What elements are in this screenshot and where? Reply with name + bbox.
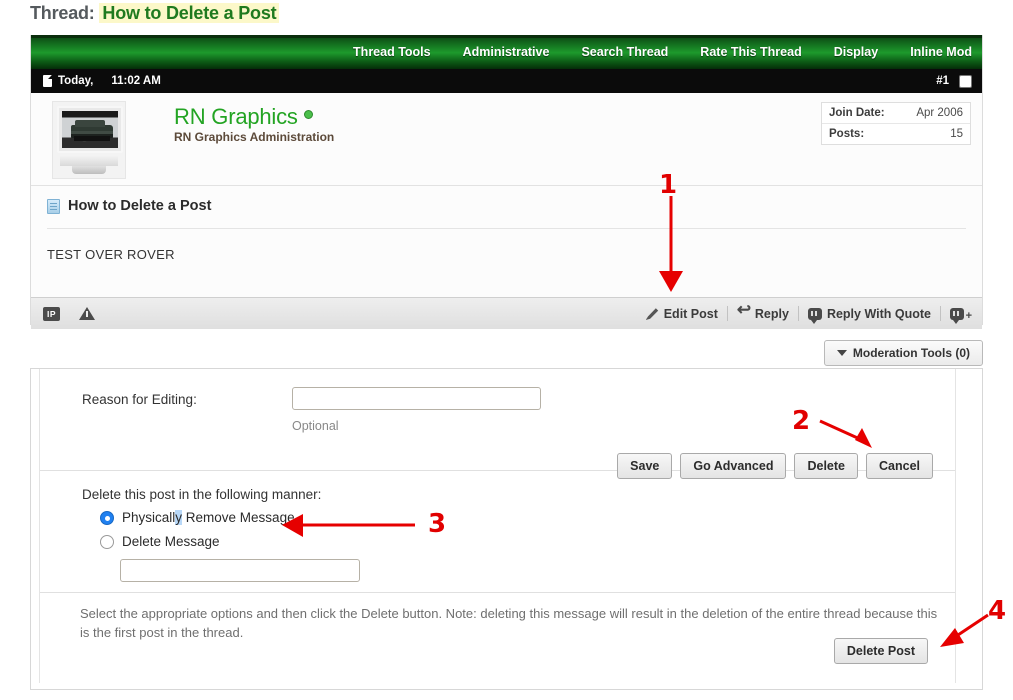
avatar-monitor-base bbox=[60, 156, 118, 166]
label-part-2: Remove Message bbox=[182, 510, 295, 525]
quote-bubble-icon bbox=[808, 308, 822, 320]
online-status-icon bbox=[304, 110, 313, 119]
thread-name: How to Delete a Post bbox=[99, 3, 279, 23]
moderation-tools-button[interactable]: Moderation Tools (0) bbox=[824, 340, 983, 366]
post-select-checkbox[interactable] bbox=[959, 75, 972, 88]
reply-arrow-icon bbox=[737, 307, 750, 320]
nav-administrative[interactable]: Administrative bbox=[463, 45, 550, 59]
plus-glyph: + bbox=[966, 311, 972, 322]
nav-inline-mod[interactable]: Inline Mod bbox=[910, 45, 972, 59]
page-title-prefix: Thread: bbox=[30, 3, 95, 23]
delete-instructions: Select the appropriate options and then … bbox=[80, 605, 945, 643]
radio-button-selected-icon[interactable] bbox=[100, 511, 114, 525]
reason-section: Reason for Editing: Optional Save Go Adv… bbox=[40, 369, 955, 471]
reply-button[interactable]: Reply bbox=[728, 307, 798, 321]
avatar[interactable] bbox=[52, 101, 126, 179]
post-time: 11:02 AM bbox=[111, 75, 160, 87]
reply-label: Reply bbox=[755, 307, 789, 321]
edit-post-label: Edit Post bbox=[664, 307, 718, 321]
post-block: Thread Tools Administrative Search Threa… bbox=[30, 35, 983, 325]
reply-with-quote-button[interactable]: Reply With Quote bbox=[799, 307, 940, 321]
join-date-value: Apr 2006 bbox=[916, 107, 963, 119]
optional-hint: Optional bbox=[292, 419, 339, 433]
page-title: Thread: How to Delete a Post bbox=[30, 3, 279, 24]
avatar-monitor-foot bbox=[72, 166, 106, 174]
document-icon bbox=[43, 75, 52, 87]
posts-value: 15 bbox=[950, 128, 963, 140]
reply-with-quote-label: Reply With Quote bbox=[827, 307, 931, 321]
quote-plus-icon bbox=[950, 308, 964, 320]
table-row: Join Date: Apr 2006 bbox=[822, 103, 970, 124]
edit-post-button[interactable]: Edit Post bbox=[637, 307, 727, 321]
username[interactable]: RN Graphics bbox=[174, 104, 313, 130]
delete-options-section: Delete this post in the following manner… bbox=[40, 471, 955, 593]
nav-rate-this-thread[interactable]: Rate This Thread bbox=[700, 45, 801, 59]
radio-physically-remove-label: Physically Remove Message bbox=[122, 510, 295, 525]
avatar-screen bbox=[57, 106, 123, 153]
pencil-icon bbox=[646, 307, 659, 320]
thread-navbar: Thread Tools Administrative Search Threa… bbox=[31, 35, 982, 69]
chevron-down-icon bbox=[837, 350, 847, 356]
post-number[interactable]: #1 bbox=[936, 75, 949, 87]
radio-delete-message-label: Delete Message bbox=[122, 534, 220, 549]
post-icon bbox=[47, 199, 60, 214]
post-content: TEST OVER ROVER bbox=[47, 247, 175, 262]
delete-note-section: Select the appropriate options and then … bbox=[40, 593, 955, 673]
table-row: Posts: 15 bbox=[822, 124, 970, 144]
nav-display[interactable]: Display bbox=[834, 45, 878, 59]
edit-panel-inner: Reason for Editing: Optional Save Go Adv… bbox=[39, 369, 956, 683]
screenshot-root: Thread: How to Delete a Post Thread Tool… bbox=[0, 0, 1013, 700]
user-stats-table: Join Date: Apr 2006 Posts: 15 bbox=[821, 102, 971, 145]
radio-button-icon[interactable] bbox=[100, 535, 114, 549]
delete-post-button[interactable]: Delete Post bbox=[834, 638, 928, 664]
join-date-label: Join Date: bbox=[829, 107, 885, 119]
report-warning-icon[interactable] bbox=[79, 307, 95, 320]
post-body: How to Delete a Post TEST OVER ROVER bbox=[31, 186, 982, 297]
reason-for-editing-label: Reason for Editing: bbox=[82, 392, 197, 407]
avatar-photo bbox=[62, 111, 118, 148]
multi-quote-button[interactable]: + bbox=[941, 308, 970, 320]
post-title: How to Delete a Post bbox=[68, 198, 211, 214]
user-title: RN Graphics Administration bbox=[174, 130, 334, 144]
annotation-number-4: 4 bbox=[988, 598, 1006, 624]
user-info-row: RN Graphics RN Graphics Administration J… bbox=[31, 93, 982, 186]
post-title-row: How to Delete a Post bbox=[47, 198, 966, 229]
radio-physically-remove[interactable]: Physically Remove Message bbox=[100, 510, 295, 525]
post-date: Today, bbox=[58, 75, 93, 87]
posts-label: Posts: bbox=[829, 128, 864, 140]
ip-icon[interactable]: IP bbox=[43, 307, 60, 321]
land-rover-graphic bbox=[71, 125, 113, 138]
delete-reason-input[interactable] bbox=[120, 559, 360, 582]
post-controls-bar: IP Edit Post Reply Reply With Quote + bbox=[31, 297, 982, 329]
delete-manner-heading: Delete this post in the following manner… bbox=[82, 487, 321, 502]
nav-thread-tools[interactable]: Thread Tools bbox=[353, 45, 431, 59]
label-part-1: Physicall bbox=[122, 510, 175, 525]
reason-for-editing-input[interactable] bbox=[292, 387, 541, 410]
username-text: RN Graphics bbox=[174, 104, 298, 129]
nav-search-thread[interactable]: Search Thread bbox=[581, 45, 668, 59]
radio-delete-message[interactable]: Delete Message bbox=[100, 534, 220, 549]
moderation-tools-label: Moderation Tools (0) bbox=[853, 346, 970, 360]
edit-post-panel: Reason for Editing: Optional Save Go Adv… bbox=[30, 368, 983, 690]
post-meta-bar: Today, 11:02 AM #1 bbox=[31, 69, 982, 93]
